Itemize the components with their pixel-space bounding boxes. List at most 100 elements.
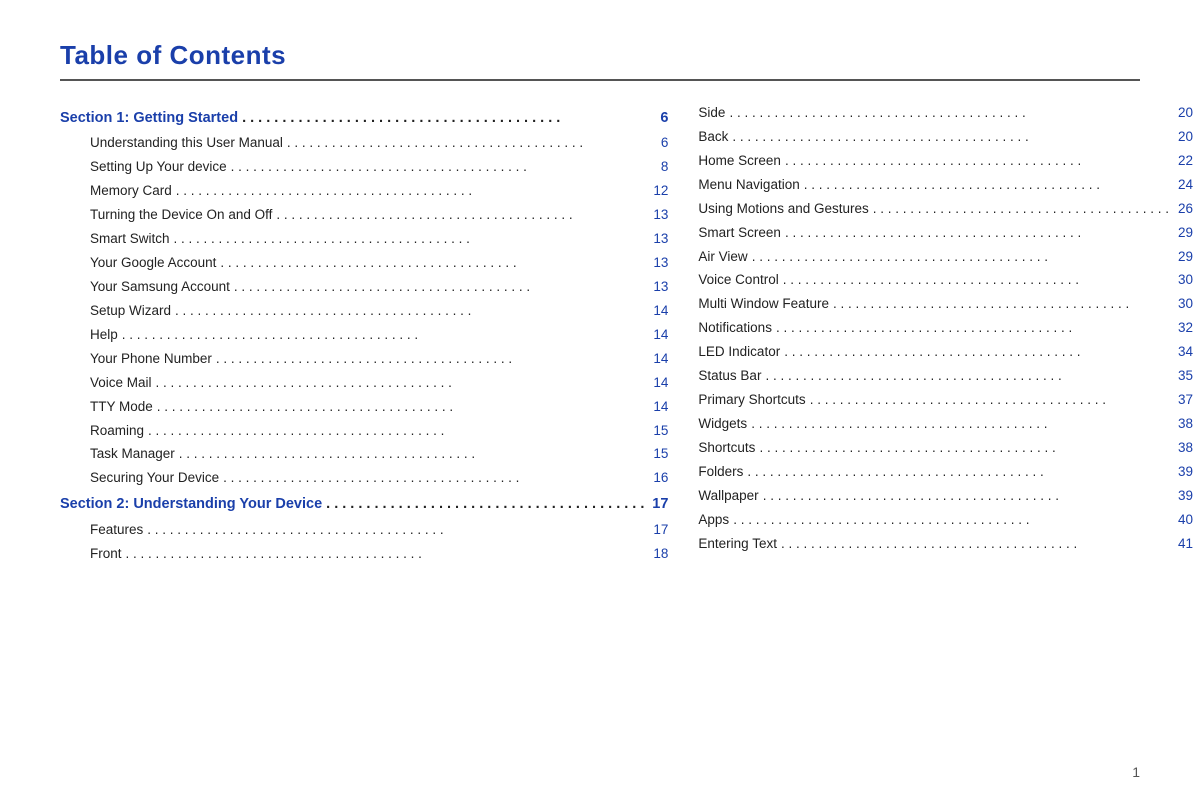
entry-label: Wallpaper (698, 486, 758, 507)
left-column: Section 1: Getting Started . . . . . . .… (60, 103, 698, 568)
entry-label: TTY Mode (90, 397, 153, 418)
entry-dots: . . . . . . . . . . . . . . . . . . . . … (175, 301, 644, 322)
toc-entry: Setting Up Your device . . . . . . . . .… (60, 157, 668, 178)
entry-page: 13 (648, 229, 668, 250)
entry-page: 41 (1173, 534, 1193, 555)
entry-dots: . . . . . . . . . . . . . . . . . . . . … (223, 468, 644, 489)
entry-dots: . . . . . . . . . . . . . . . . . . . . … (781, 534, 1169, 555)
entry-page: 14 (648, 373, 668, 394)
toc-entry: Folders . . . . . . . . . . . . . . . . … (698, 462, 1193, 483)
entry-label: Menu Navigation (698, 175, 799, 196)
toc-entry: Primary Shortcuts . . . . . . . . . . . … (698, 390, 1193, 411)
entry-label: Understanding this User Manual (90, 133, 283, 154)
toc-entry: Setup Wizard . . . . . . . . . . . . . .… (60, 301, 668, 322)
entry-dots: . . . . . . . . . . . . . . . . . . . . … (747, 462, 1169, 483)
entry-dots: . . . . . . . . . . . . . . . . . . . . … (729, 103, 1169, 124)
entry-dots: . . . . . . . . . . . . . . . . . . . . … (156, 373, 645, 394)
entry-label: Memory Card (90, 181, 172, 202)
entry-label: Shortcuts (698, 438, 755, 459)
toc-entry: Notifications . . . . . . . . . . . . . … (698, 318, 1193, 339)
entry-page: 37 (1173, 390, 1193, 411)
entry-label: Voice Mail (90, 373, 152, 394)
toc-entry: Your Google Account . . . . . . . . . . … (60, 253, 668, 274)
toc-entry: Status Bar . . . . . . . . . . . . . . .… (698, 366, 1193, 387)
entry-label: Apps (698, 510, 729, 531)
toc-entry: Voice Control . . . . . . . . . . . . . … (698, 270, 1193, 291)
entry-page: 17 (648, 520, 668, 541)
toc-entry: Home Screen . . . . . . . . . . . . . . … (698, 151, 1193, 172)
entry-dots: . . . . . . . . . . . . . . . . . . . . … (220, 253, 644, 274)
toc-entry: Understanding this User Manual . . . . .… (60, 133, 668, 154)
entry-label: Front (90, 544, 122, 565)
content-area: Section 1: Getting Started . . . . . . .… (60, 103, 1140, 568)
toc-entry: Multi Window Feature . . . . . . . . . .… (698, 294, 1193, 315)
entry-dots: . . . . . . . . . . . . . . . . . . . . … (752, 247, 1169, 268)
toc-entry: Air View . . . . . . . . . . . . . . . .… (698, 247, 1193, 268)
entry-dots: . . . . . . . . . . . . . . . . . . . . … (810, 390, 1169, 411)
entry-label: Folders (698, 462, 743, 483)
entry-label: Features (90, 520, 143, 541)
entry-label: Smart Screen (698, 223, 781, 244)
toc-entry: Smart Switch . . . . . . . . . . . . . .… (60, 229, 668, 250)
entry-label: Primary Shortcuts (698, 390, 805, 411)
toc-entry: Front . . . . . . . . . . . . . . . . . … (60, 544, 668, 565)
entry-page: 22 (1173, 151, 1193, 172)
entry-dots: . . . . . . . . . . . . . . . . . . . . … (751, 414, 1169, 435)
entry-page: 24 (1173, 175, 1193, 196)
toc-entry: Smart Screen . . . . . . . . . . . . . .… (698, 223, 1193, 244)
entry-label: Section 1: Getting Started (60, 107, 238, 129)
entry-dots: . . . . . . . . . . . . . . . . . . . . … (804, 175, 1169, 196)
entry-page: 8 (648, 157, 668, 178)
entry-label: Back (698, 127, 728, 148)
entry-dots: . . . . . . . . . . . . . . . . . . . . … (179, 444, 645, 465)
entry-label: Air View (698, 247, 747, 268)
page: Table of Contents Section 1: Getting Sta… (0, 0, 1200, 800)
entry-page: 26 (1173, 199, 1193, 220)
toc-entry: Wallpaper . . . . . . . . . . . . . . . … (698, 486, 1193, 507)
entry-page: 14 (648, 349, 668, 370)
toc-entry: Features . . . . . . . . . . . . . . . .… (60, 520, 668, 541)
entry-dots: . . . . . . . . . . . . . . . . . . . . … (785, 151, 1169, 172)
right-column: Side . . . . . . . . . . . . . . . . . .… (698, 103, 1193, 568)
toc-entry: Turning the Device On and Off . . . . . … (60, 205, 668, 226)
entry-label: Task Manager (90, 444, 175, 465)
entry-page: 40 (1173, 510, 1193, 531)
entry-label: Your Google Account (90, 253, 216, 274)
entry-page: 39 (1173, 462, 1193, 483)
entry-label: Voice Control (698, 270, 778, 291)
toc-entry: LED Indicator . . . . . . . . . . . . . … (698, 342, 1193, 363)
toc-entry: Task Manager . . . . . . . . . . . . . .… (60, 444, 668, 465)
entry-dots: . . . . . . . . . . . . . . . . . . . . … (157, 397, 645, 418)
entry-dots: . . . . . . . . . . . . . . . . . . . . … (174, 229, 645, 250)
entry-label: Home Screen (698, 151, 781, 172)
entry-dots: . . . . . . . . . . . . . . . . . . . . … (122, 325, 645, 346)
entry-page: 6 (648, 107, 668, 129)
entry-page: 6 (648, 133, 668, 154)
toc-entry: Voice Mail . . . . . . . . . . . . . . .… (60, 373, 668, 394)
entry-dots: . . . . . . . . . . . . . . . . . . . . … (126, 544, 645, 565)
entry-label: Status Bar (698, 366, 761, 387)
entry-dots: . . . . . . . . . . . . . . . . . . . . … (776, 318, 1169, 339)
entry-page: 29 (1173, 247, 1193, 268)
entry-label: Entering Text (698, 534, 777, 555)
entry-label: Multi Window Feature (698, 294, 829, 315)
entry-page: 20 (1173, 103, 1193, 124)
entry-page: 15 (648, 421, 668, 442)
entry-page: 20 (1173, 127, 1193, 148)
toc-entry: Your Samsung Account . . . . . . . . . .… (60, 277, 668, 298)
entry-dots: . . . . . . . . . . . . . . . . . . . . … (287, 133, 645, 154)
entry-label: Notifications (698, 318, 772, 339)
entry-page: 13 (648, 253, 668, 274)
toc-entry: Menu Navigation . . . . . . . . . . . . … (698, 175, 1193, 196)
entry-dots: . . . . . . . . . . . . . . . . . . . . … (231, 157, 645, 178)
entry-label: Your Samsung Account (90, 277, 230, 298)
entry-dots: . . . . . . . . . . . . . . . . . . . . … (784, 342, 1169, 363)
entry-page: 39 (1173, 486, 1193, 507)
entry-dots: . . . . . . . . . . . . . . . . . . . . … (873, 199, 1169, 220)
toc-entry: Shortcuts . . . . . . . . . . . . . . . … (698, 438, 1193, 459)
entry-label: Using Motions and Gestures (698, 199, 868, 220)
toc-entry: Securing Your Device . . . . . . . . . .… (60, 468, 668, 489)
entry-label: Setup Wizard (90, 301, 171, 322)
entry-dots: . . . . . . . . . . . . . . . . . . . . … (733, 510, 1169, 531)
toc-entry: Memory Card . . . . . . . . . . . . . . … (60, 181, 668, 202)
